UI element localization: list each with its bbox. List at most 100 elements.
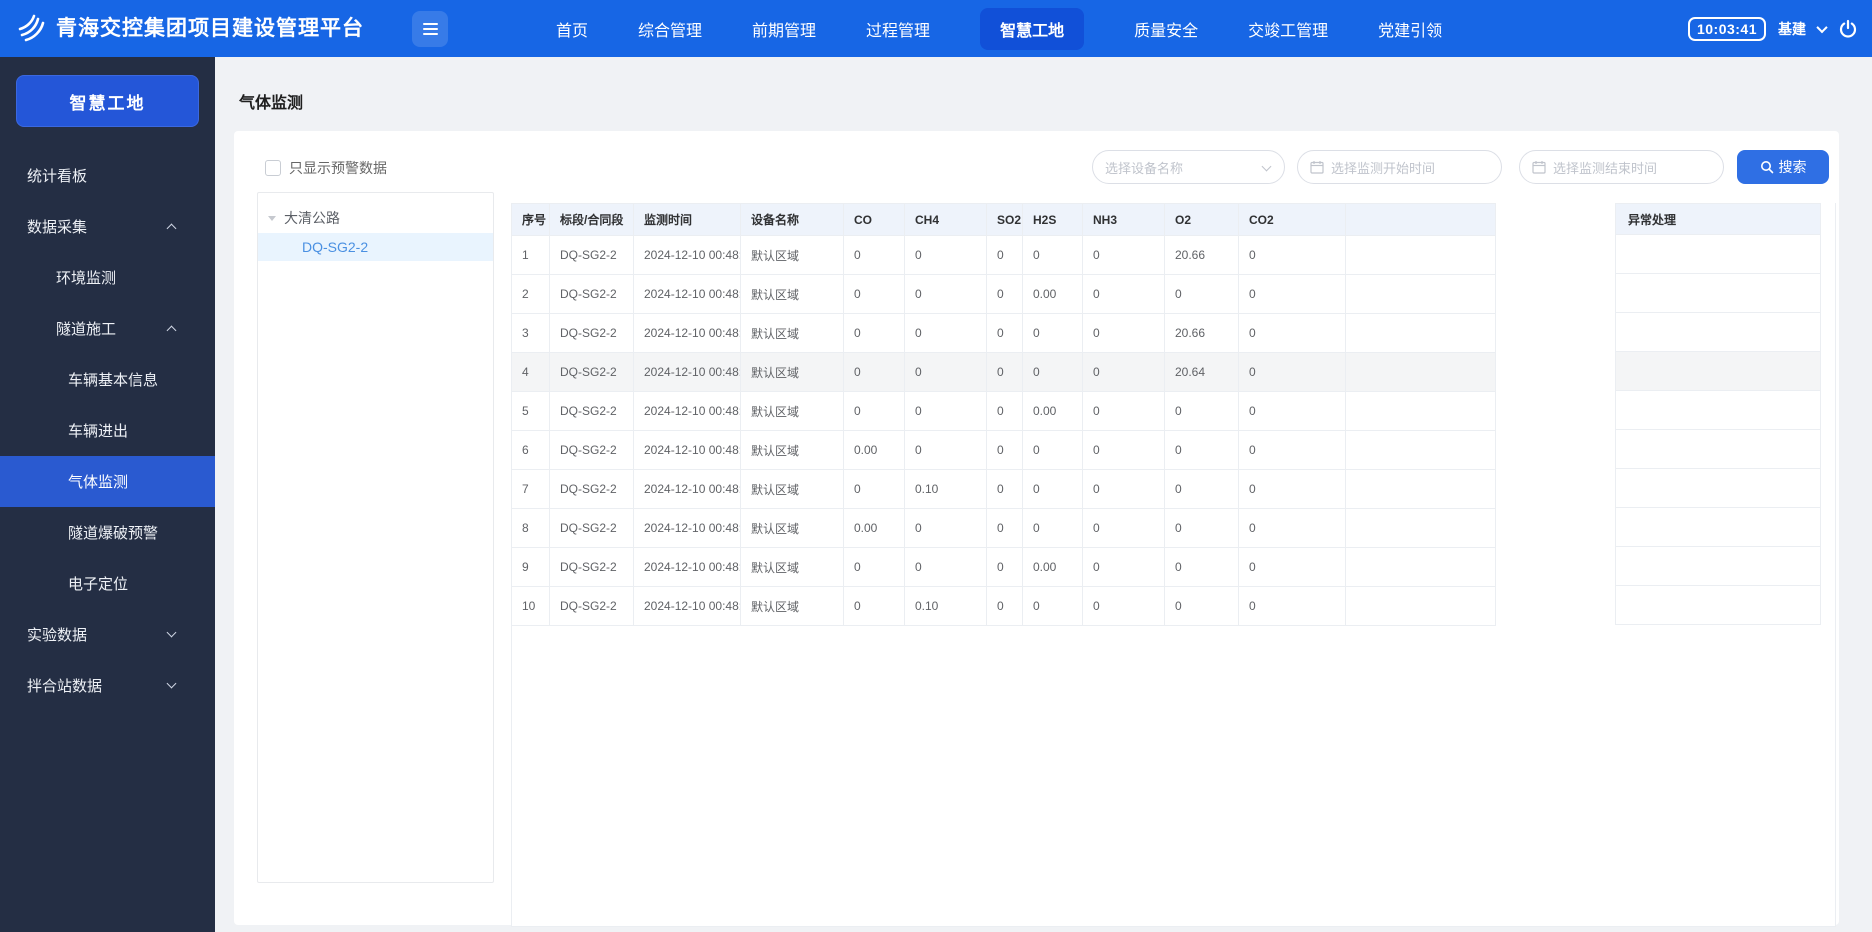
sidebar-item-label: 电子定位 <box>68 576 129 593</box>
chevron-down-icon <box>1261 161 1272 172</box>
tree-node-root[interactable]: 大清公路 <box>258 203 493 233</box>
fixed-column-row[interactable] <box>1616 508 1820 547</box>
table-cell: 0 <box>904 274 987 314</box>
table-row[interactable]: 9DQ-SG2-22024-12-10 00:48:…默认区域0000.0000… <box>511 547 1496 587</box>
sidebar-item-label: 统计看板 <box>27 168 88 185</box>
table-cell: 2024-12-10 00:48:… <box>633 508 741 548</box>
table-cell: 2024-12-10 00:48:… <box>633 235 741 275</box>
nav-item[interactable]: 交竣工管理 <box>1248 17 1328 41</box>
table-cell: DQ-SG2-2 <box>549 469 634 509</box>
gas-table-zone: 序号 标段/合同段 监测时间 设备名称 CO CH4 SO2 H2S NH3 O2 CO2 1 DQ-… <box>511 203 1836 927</box>
table-row[interactable]: 7DQ-SG2-22024-12-10 00:48:…默认区域00.100000… <box>511 469 1496 509</box>
project-tree-panel: 大清公路 DQ-SG2-2 <box>257 192 494 883</box>
table-cell: 0 <box>1082 430 1165 470</box>
sidebar-item[interactable]: 统计看板 <box>0 150 215 201</box>
warning-only-checkbox[interactable] <box>265 160 281 176</box>
table-cell: DQ-SG2-2 <box>549 352 634 392</box>
sidebar-section-button[interactable]: 智慧工地 <box>16 75 199 127</box>
sidebar-item[interactable]: 隧道施工 <box>0 303 215 354</box>
chevron-down-icon <box>166 627 177 638</box>
nav-item[interactable]: 首页 <box>556 17 588 41</box>
clock: 10:03:41 <box>1687 16 1766 41</box>
nav-item[interactable]: 过程管理 <box>866 17 930 41</box>
fixed-column-row[interactable] <box>1616 469 1820 508</box>
sidebar-item[interactable]: 隧道爆破预警 <box>0 507 215 558</box>
nav-item[interactable]: 综合管理 <box>638 17 702 41</box>
sidebar-item-label: 隧道施工 <box>56 321 117 338</box>
table-cell: 默认区域 <box>740 586 844 626</box>
fixed-column-row[interactable] <box>1616 352 1820 391</box>
table-cell: 默认区域 <box>740 469 844 509</box>
fixed-column-row[interactable] <box>1616 391 1820 430</box>
table-cell: 0 <box>843 352 905 392</box>
table-cell: 0 <box>1164 391 1239 431</box>
table-row[interactable]: 10DQ-SG2-22024-12-10 00:48:…默认区域00.10000… <box>511 586 1496 626</box>
fixed-column-row[interactable] <box>1616 586 1820 625</box>
table-row[interactable]: 6DQ-SG2-22024-12-10 00:48:…默认区域0.0000000… <box>511 430 1496 470</box>
nav-item[interactable]: 党建引领 <box>1378 17 1442 41</box>
sidebar-item[interactable]: 车辆进出 <box>0 405 215 456</box>
sidebar-item[interactable]: 环境监测 <box>0 252 215 303</box>
caret-down-icon[interactable] <box>268 215 276 221</box>
table-cell: 0 <box>1238 430 1346 470</box>
user-name[interactable]: 基建 <box>1778 19 1806 39</box>
table-row[interactable]: 1DQ-SG2-22024-12-10 00:48:…默认区域0000020.6… <box>511 235 1496 275</box>
fixed-column-row[interactable] <box>1616 274 1820 313</box>
nav-item[interactable]: 质量安全 <box>1134 17 1198 41</box>
fixed-column-row[interactable] <box>1616 235 1820 274</box>
tree-node-selected[interactable]: DQ-SG2-2 <box>258 233 493 261</box>
table-cell: 默认区域 <box>740 352 844 392</box>
end-time-input[interactable]: 选择监测结束时间 <box>1519 150 1724 184</box>
search-button[interactable]: 搜索 <box>1737 150 1829 184</box>
sidebar-item[interactable]: 实验数据 <box>0 609 215 660</box>
power-icon[interactable] <box>1838 19 1858 39</box>
sidebar-item[interactable]: 气体监测 <box>0 456 215 507</box>
chevron-up-icon <box>166 223 177 234</box>
table-cell: 0 <box>904 313 987 353</box>
table-row[interactable]: 3DQ-SG2-22024-12-10 00:48:…默认区域0000020.6… <box>511 313 1496 353</box>
table-cell: 0 <box>1164 508 1239 548</box>
chevron-up-icon <box>166 325 177 336</box>
table-row[interactable]: 8DQ-SG2-22024-12-10 00:48:…默认区域0.0000000… <box>511 508 1496 548</box>
table-cell: 0 <box>1022 508 1083 548</box>
warning-only-filter: 只显示预警数据 <box>265 158 387 178</box>
start-time-input[interactable]: 选择监测开始时间 <box>1297 150 1502 184</box>
menu-toggle-button[interactable] <box>412 11 448 47</box>
table-cell: 10 <box>511 586 550 626</box>
table-cell: 0 <box>1238 469 1346 509</box>
fixed-column-row[interactable] <box>1616 313 1820 352</box>
start-time-placeholder: 选择监测开始时间 <box>1331 160 1436 176</box>
table-header-cell: NH3 <box>1082 203 1165 236</box>
page-title: 气体监测 <box>239 95 304 112</box>
table-cell: 2024-12-10 00:48:… <box>633 352 741 392</box>
table-cell: 0 <box>843 391 905 431</box>
tree-child-label: DQ-SG2-2 <box>302 239 369 255</box>
table-cell: 0.00 <box>843 430 905 470</box>
table-cell: 0 <box>1082 235 1165 275</box>
fixed-column-row[interactable] <box>1616 430 1820 469</box>
table-cell <box>1345 469 1496 509</box>
sidebar-item[interactable]: 拌合站数据 <box>0 660 215 711</box>
table-cell: 0 <box>904 352 987 392</box>
table-row[interactable]: 4DQ-SG2-22024-12-10 00:48:…默认区域0000020.6… <box>511 352 1496 392</box>
sidebar-item[interactable]: 车辆基本信息 <box>0 354 215 405</box>
table-header-cell: 监测时间 <box>633 203 741 236</box>
chevron-down-icon[interactable] <box>1816 21 1828 33</box>
table-cell: 0 <box>1022 352 1083 392</box>
table-cell: 0 <box>1164 547 1239 587</box>
nav-item[interactable]: 智慧工地 <box>980 7 1085 50</box>
sidebar-item[interactable]: 电子定位 <box>0 558 215 609</box>
table-cell <box>1345 313 1496 353</box>
table-cell: 0.10 <box>904 586 987 626</box>
sidebar-item[interactable]: 数据采集 <box>0 201 215 252</box>
table-cell: 0 <box>1082 352 1165 392</box>
table-cell: 5 <box>511 391 550 431</box>
table-cell: DQ-SG2-2 <box>549 508 634 548</box>
fixed-column-row[interactable] <box>1616 547 1820 586</box>
sidebar-item-label: 拌合站数据 <box>27 678 103 695</box>
device-select[interactable]: 选择设备名称 <box>1092 150 1285 184</box>
table-row[interactable]: 2DQ-SG2-22024-12-10 00:48:…默认区域0000.0000… <box>511 274 1496 314</box>
table-header-cell: H2S <box>1022 203 1083 236</box>
table-row[interactable]: 5DQ-SG2-22024-12-10 00:48:…默认区域0000.0000… <box>511 391 1496 431</box>
nav-item[interactable]: 前期管理 <box>752 17 816 41</box>
